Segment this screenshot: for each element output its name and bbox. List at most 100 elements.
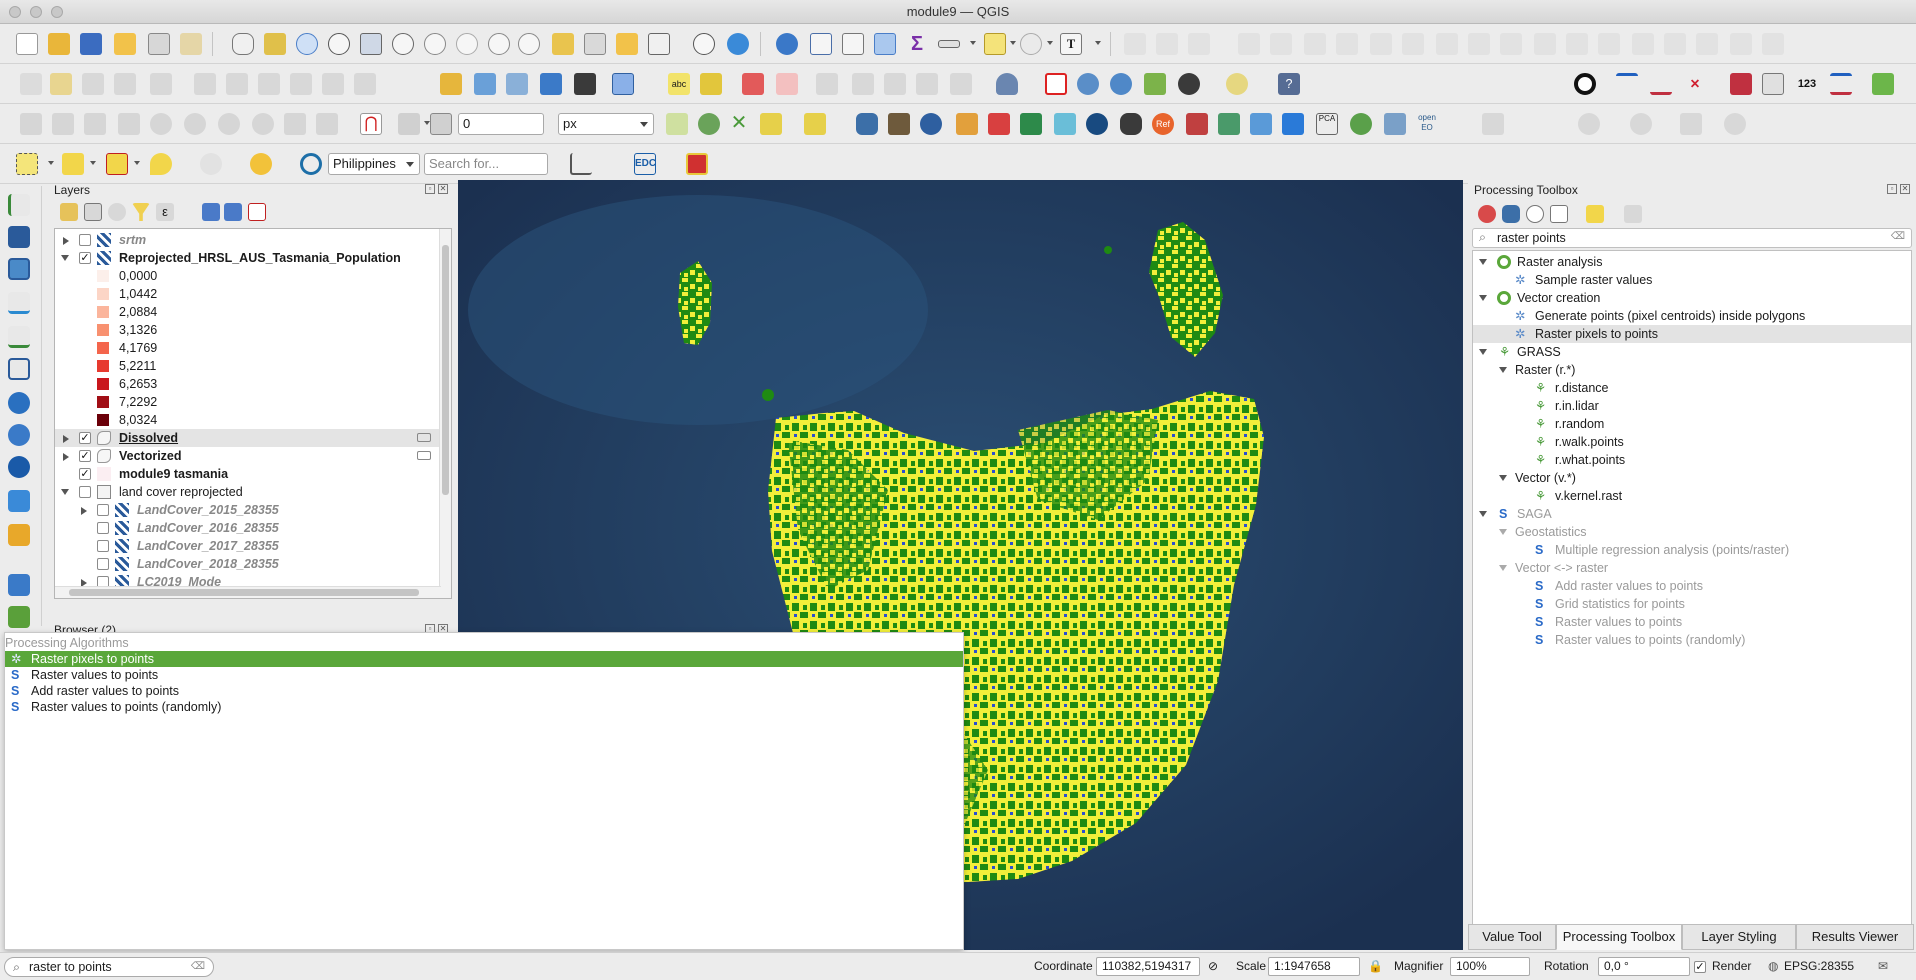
- toggle-extents-icon[interactable]: ⊘: [1208, 953, 1218, 980]
- clear-search-icon[interactable]: ⌫: [191, 958, 205, 976]
- select-features-icon[interactable]: [16, 153, 38, 175]
- layers-tree[interactable]: srtm ✓ Reprojected_HRSL_AUS_Tasmania_Pop…: [54, 228, 452, 599]
- new-virtual-layer-icon[interactable]: [574, 73, 596, 95]
- plugin-owl-icon[interactable]: [1178, 73, 1200, 95]
- temporal-controller-icon[interactable]: [693, 33, 715, 55]
- new-geopackage-icon[interactable]: [474, 73, 496, 95]
- plugin-leaf-icon[interactable]: [1872, 73, 1894, 95]
- layer-visibility-checkbox[interactable]: [97, 522, 109, 534]
- new-project-icon[interactable]: [16, 33, 38, 55]
- plugin-grid-icon[interactable]: [888, 113, 910, 135]
- filter-legend-icon[interactable]: [132, 203, 150, 221]
- plugin-pattern-icon[interactable]: [1186, 113, 1208, 135]
- region-select[interactable]: Philippines: [328, 153, 420, 175]
- profile-chart-icon[interactable]: [570, 153, 592, 175]
- pin-labels-icon[interactable]: [742, 73, 764, 95]
- add-raster-layer-icon[interactable]: [8, 226, 30, 248]
- delete-ring-icon[interactable]: [1270, 33, 1292, 55]
- minimize-window-button[interactable]: [30, 6, 42, 18]
- cut-features-icon[interactable]: [226, 73, 248, 95]
- algorithm-item[interactable]: ⚘ v.kernel.rast: [1473, 487, 1911, 505]
- topology-editing-icon[interactable]: [804, 113, 826, 135]
- add-wcs-layer-icon[interactable]: [8, 456, 30, 478]
- layer-visibility-checkbox[interactable]: [97, 540, 109, 552]
- float-panel-button[interactable]: ▫: [425, 184, 435, 194]
- gamma-down-icon[interactable]: [316, 113, 338, 135]
- add-mesh-layer-icon[interactable]: [8, 258, 30, 280]
- statistical-summary-icon[interactable]: Σ: [906, 33, 928, 55]
- locator-result[interactable]: S Raster values to points (randomly): [5, 699, 963, 715]
- tracing-icon[interactable]: [666, 113, 688, 135]
- plugin-table-icon[interactable]: [1250, 113, 1272, 135]
- polygon-tool-icon[interactable]: [1045, 73, 1067, 95]
- python-console-icon[interactable]: [856, 113, 878, 135]
- trim-extend-icon[interactable]: [1762, 33, 1784, 55]
- add-georef-icon[interactable]: [8, 606, 30, 628]
- algorithm-item[interactable]: S Grid statistics for points: [1473, 595, 1911, 613]
- magnifier-field[interactable]: 100%: [1450, 957, 1530, 976]
- toolbox-search-input[interactable]: ⌕ raster points ⌫: [1472, 228, 1912, 248]
- plugin-owl-face-icon[interactable]: [200, 153, 222, 175]
- avoid-overlap-icon[interactable]: [760, 113, 782, 135]
- scrollbar-thumb[interactable]: [69, 589, 419, 596]
- snapping-tool-icon[interactable]: [1730, 73, 1752, 95]
- group-visibility-checkbox[interactable]: [79, 486, 91, 498]
- close-panel-button[interactable]: ✕: [438, 184, 448, 194]
- identify-features-icon[interactable]: [776, 33, 798, 55]
- plugin-ring-icon[interactable]: [1630, 113, 1652, 135]
- wms-icon[interactable]: [1077, 73, 1099, 95]
- scale-lock-icon[interactable]: 🔒: [1368, 953, 1383, 980]
- algorithm-item[interactable]: ⚘ r.random: [1473, 415, 1911, 433]
- tree-subgroup[interactable]: Geostatistics: [1473, 523, 1911, 541]
- add-feature-icon[interactable]: [114, 73, 136, 95]
- zoom-to-selection-icon[interactable]: [392, 33, 414, 55]
- style-manager-icon[interactable]: [180, 33, 202, 55]
- current-edits-icon[interactable]: [20, 73, 42, 95]
- add-ring-icon[interactable]: [1156, 33, 1178, 55]
- locator-result[interactable]: S Add raster values to points: [5, 683, 963, 699]
- plugin-shape-icon[interactable]: [1482, 113, 1504, 135]
- layer-item[interactable]: ✓ Dissolved: [55, 429, 451, 447]
- save-edits-icon[interactable]: [82, 73, 104, 95]
- contrast-up-icon[interactable]: [218, 113, 240, 135]
- edit-features-in-place-icon[interactable]: [1586, 205, 1604, 223]
- render-checkbox[interactable]: ✓: [1694, 961, 1706, 973]
- rotate-symbols-icon[interactable]: [1534, 33, 1556, 55]
- data-source-manager-icon[interactable]: [612, 73, 634, 95]
- algorithm-item-selected[interactable]: ✲ Raster pixels to points: [1473, 325, 1911, 343]
- tab-layer-styling[interactable]: Layer Styling: [1682, 924, 1796, 950]
- show-bookmarks-icon[interactable]: [648, 33, 670, 55]
- filter-expression-icon[interactable]: ε: [156, 203, 174, 221]
- new-print-layout-icon[interactable]: [114, 33, 136, 55]
- layer-visibility-checkbox[interactable]: [97, 558, 109, 570]
- raster-histogram-icon[interactable]: [52, 113, 74, 135]
- scrollbar-thumb[interactable]: [442, 245, 449, 495]
- plugin-camera-icon[interactable]: [920, 113, 942, 135]
- manage-map-themes-icon[interactable]: [108, 203, 126, 221]
- layer-visibility-checkbox[interactable]: ✓: [79, 252, 91, 264]
- new-3d-view-icon[interactable]: [584, 33, 606, 55]
- open-project-icon[interactable]: [48, 33, 70, 55]
- brightness-down-icon[interactable]: [184, 113, 206, 135]
- tree-group[interactable]: ⚘ GRASS: [1473, 343, 1911, 361]
- reverse-line-icon[interactable]: [1730, 33, 1752, 55]
- merge-features-icon[interactable]: [1468, 33, 1490, 55]
- vertical-scrollbar[interactable]: [439, 229, 451, 598]
- plugin-curve-icon[interactable]: [250, 153, 272, 175]
- scale-field[interactable]: 1:1947658: [1268, 957, 1360, 976]
- plugin-gear-icon[interactable]: [1350, 113, 1372, 135]
- algorithm-item[interactable]: ⚘ r.distance: [1473, 379, 1911, 397]
- zoom-in-icon[interactable]: [296, 33, 318, 55]
- snap-self-icon[interactable]: [698, 113, 720, 135]
- select-by-value-icon[interactable]: [62, 153, 84, 175]
- coordinate-field[interactable]: 110382,5194317: [1096, 957, 1200, 976]
- tree-subgroup[interactable]: Vector (v.*): [1473, 469, 1911, 487]
- plugin-gear2-icon[interactable]: [1724, 113, 1746, 135]
- zoom-full-icon[interactable]: [360, 33, 382, 55]
- collapse-all-icon[interactable]: [224, 203, 242, 221]
- vertex-tool-icon[interactable]: [1598, 33, 1620, 55]
- plugin-sentinel-icon[interactable]: [686, 153, 708, 175]
- algorithm-item[interactable]: S Add raster values to points: [1473, 577, 1911, 595]
- move-label-icon[interactable]: [816, 73, 838, 95]
- select-location-icon[interactable]: [150, 153, 172, 175]
